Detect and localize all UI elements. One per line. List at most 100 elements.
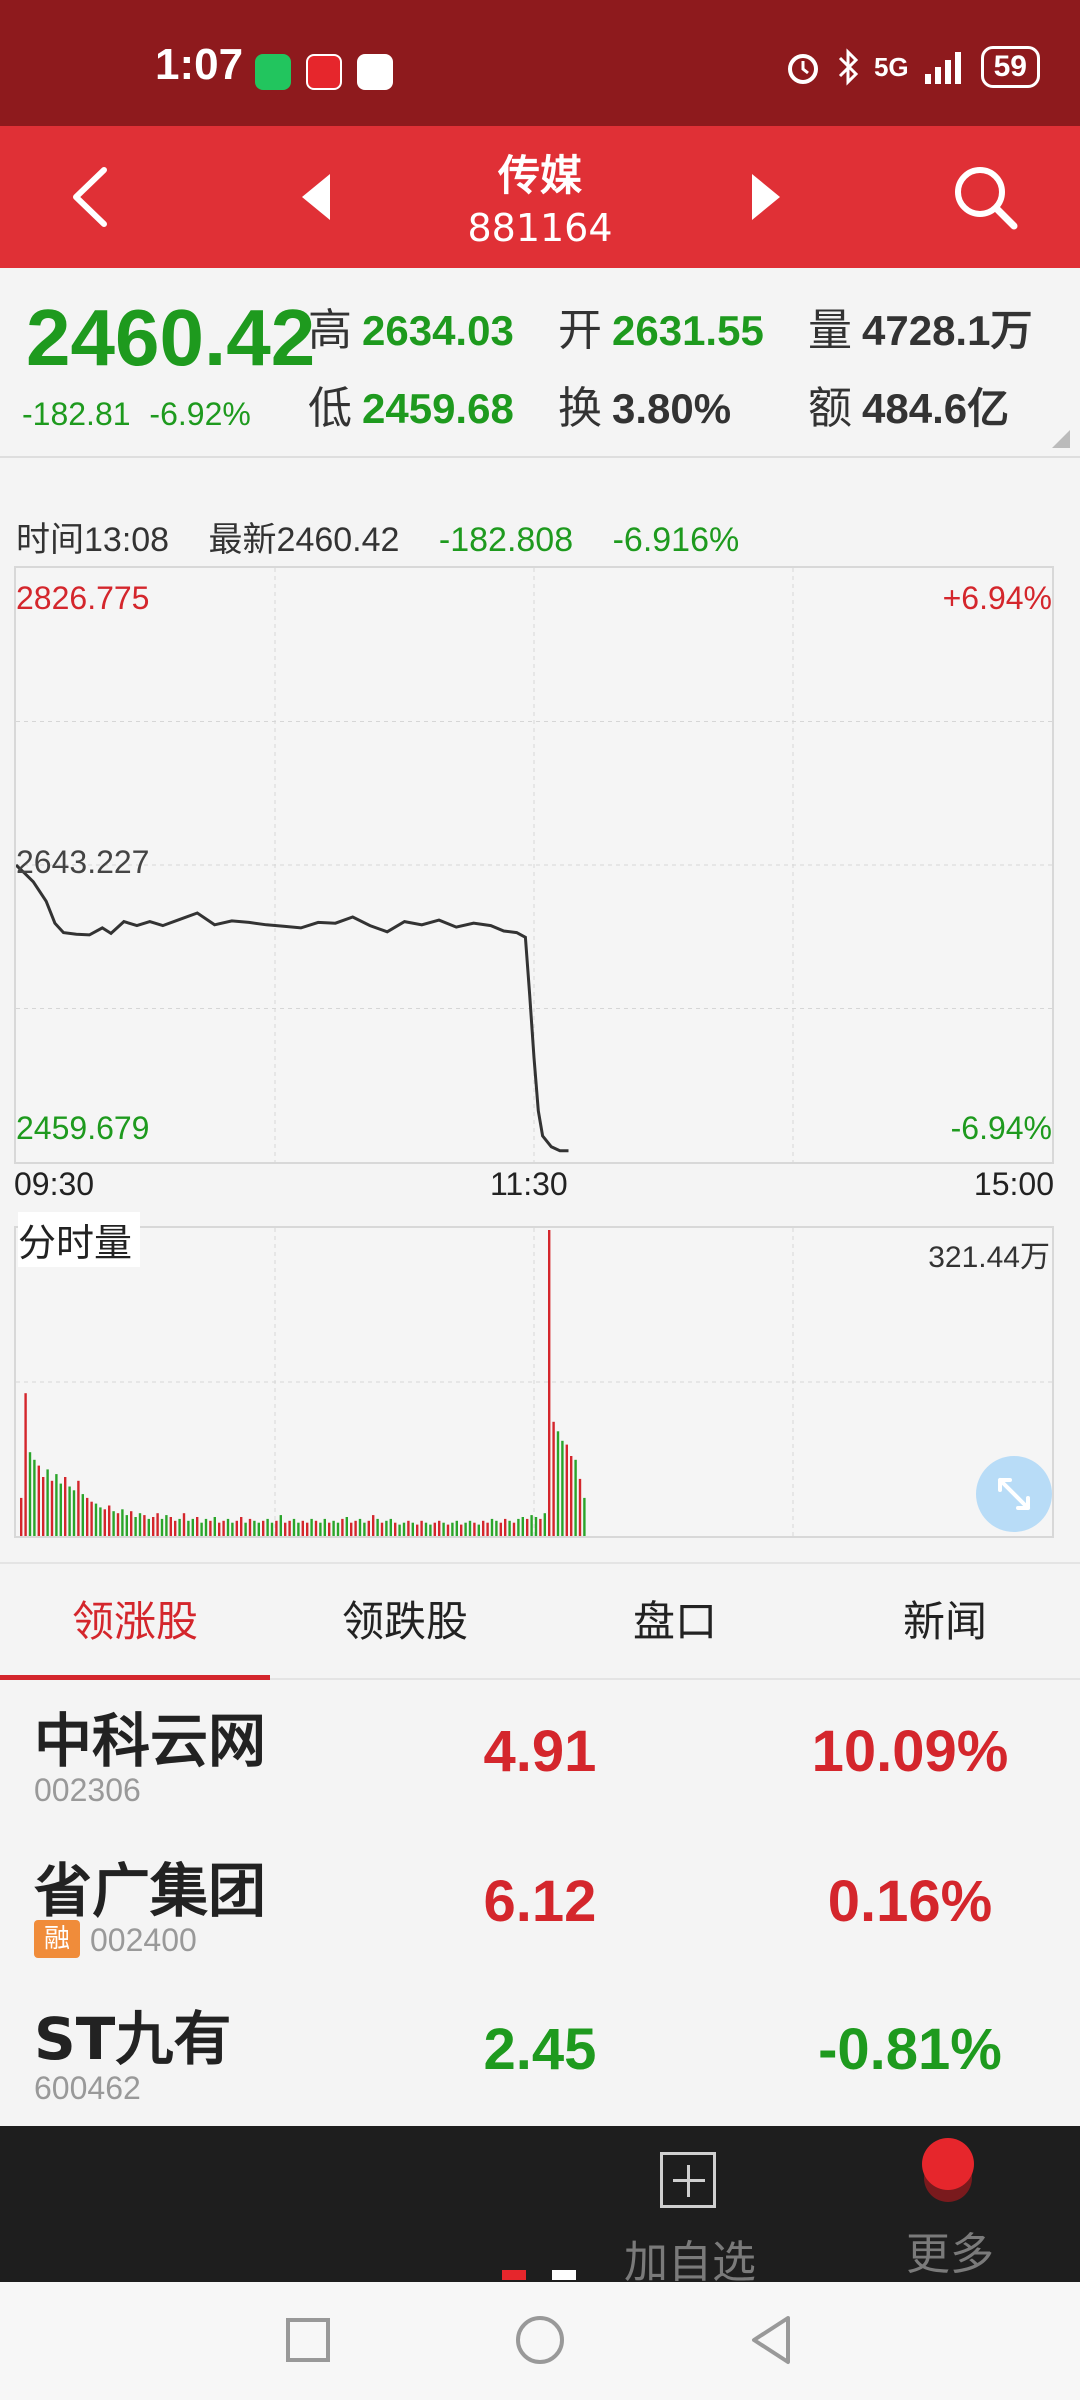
tab-order-book[interactable]: 盘口 <box>540 1564 810 1680</box>
open-label: 开 <box>558 305 602 356</box>
stock-price: 6.12 <box>483 1869 597 1934</box>
stock-price: 2.45 <box>483 2017 597 2082</box>
info-change-pct: -6.916% <box>612 521 740 559</box>
volume-bar <box>218 1522 221 1536</box>
volume-bar <box>187 1520 190 1536</box>
recent-apps-icon[interactable] <box>278 2310 338 2370</box>
volume-bar <box>55 1474 58 1536</box>
volume-bar <box>583 1497 586 1536</box>
tab-news[interactable]: 新闻 <box>810 1564 1080 1680</box>
low-field: 低 2459.68 <box>308 372 514 436</box>
volume-bar <box>526 1518 529 1536</box>
volume-bar <box>81 1494 84 1536</box>
amount-field: 额 484.6亿 <box>808 372 1009 436</box>
volume-bar <box>328 1522 331 1536</box>
bottom-action-bar: 加自选 更多 <box>0 2126 1080 2288</box>
intraday-volume-chart[interactable]: 分时量 321.44万 <box>14 1212 1054 1538</box>
volume-bar <box>314 1520 318 1536</box>
volume-bar <box>68 1486 71 1536</box>
volume-bar <box>165 1515 168 1536</box>
add-watchlist-label: 加自选 <box>624 2237 756 2288</box>
volume-bar <box>350 1522 353 1536</box>
volume-bar <box>42 1477 45 1536</box>
volume-bar <box>310 1518 313 1536</box>
volume-bar <box>138 1513 142 1536</box>
stock-change-pct: 0.16% <box>827 1869 993 1934</box>
add-to-watchlist-button[interactable]: 加自选 <box>590 2146 790 2288</box>
volume-bar <box>508 1520 511 1536</box>
expand-corner-icon[interactable] <box>1052 430 1070 448</box>
home-icon[interactable] <box>510 2310 570 2370</box>
volume-bar <box>473 1522 476 1536</box>
volume-bar <box>561 1440 564 1536</box>
volume-bar <box>548 1230 551 1536</box>
intraday-price-chart[interactable]: 2826.775 2643.227 2459.679 +6.94% -6.94% <box>14 566 1054 1164</box>
volume-bar <box>116 1513 120 1536</box>
search-icon[interactable] <box>950 162 1020 232</box>
stock-code: 002400 <box>90 1922 197 1958</box>
volume-bar <box>534 1517 538 1536</box>
network-label: 5G <box>873 51 909 82</box>
more-button[interactable]: 更多 <box>850 2138 1050 2280</box>
volume-bar <box>504 1518 507 1536</box>
volume-bar <box>398 1524 401 1536</box>
price-chart-svg <box>16 568 1052 1162</box>
volume-bar <box>306 1522 309 1536</box>
volume-bar <box>464 1522 467 1536</box>
x-tick-midday: 11:30 <box>490 1166 568 1202</box>
volume-bar <box>455 1520 458 1536</box>
status-time: 1:07 <box>155 40 244 89</box>
volume-bar <box>134 1517 137 1536</box>
volume-bar <box>46 1469 49 1536</box>
volume-bar <box>86 1497 89 1536</box>
volume-bar <box>108 1505 111 1536</box>
y-min-label: 2459.679 <box>16 1110 150 1146</box>
volume-bar <box>182 1513 186 1536</box>
y-max-label: 2826.775 <box>16 580 150 616</box>
quote-panel[interactable]: 2460.42 -182.81 -6.92% 高 2634.03 开 2631.55… <box>0 268 1080 458</box>
amount-value: 484.6亿 <box>862 385 1010 432</box>
volume-bar <box>64 1477 67 1536</box>
system-back-icon[interactable] <box>742 2310 802 2370</box>
high-value: 2634.03 <box>362 307 514 354</box>
list-item[interactable]: 中科云网 002306 4.91 10.09% <box>0 1680 1080 1828</box>
stock-name: ST九有 <box>34 2005 232 2073</box>
low-value: 2459.68 <box>362 385 514 432</box>
signal-icon <box>924 52 961 84</box>
volume-bar <box>143 1515 146 1536</box>
next-sector-icon[interactable] <box>748 172 784 222</box>
volume-bar <box>499 1522 502 1536</box>
list-item[interactable]: ST九有 600462 2.45 -0.81% <box>0 1978 1080 2126</box>
volume-bar <box>275 1520 278 1536</box>
crosshair-info: 时间13:08 最新2460.42 -182.808 -6.916% <box>16 512 769 561</box>
volume-bar <box>112 1511 115 1536</box>
list-item[interactable]: 省广集团 融 002400 6.12 0.16% <box>0 1830 1080 1978</box>
stock-name: 省广集团 <box>34 1857 267 1925</box>
volume-bar <box>332 1520 335 1536</box>
tab-leading-gainers[interactable]: 领涨股 <box>0 1564 270 1680</box>
volume-bar <box>28 1452 32 1536</box>
volume-bar <box>174 1520 177 1536</box>
volume-bar <box>460 1524 463 1536</box>
volume-bar <box>103 1509 106 1536</box>
tab-leading-losers[interactable]: 领跌股 <box>270 1564 540 1680</box>
volume-bar <box>521 1517 524 1536</box>
change-value: -182.81 <box>22 396 131 432</box>
add-square-icon <box>660 2152 716 2208</box>
volume-bar <box>354 1520 357 1536</box>
price-change: -182.81 -6.92% <box>22 396 251 433</box>
stock-price: 4.91 <box>483 1719 597 1784</box>
fullscreen-button[interactable] <box>976 1456 1052 1532</box>
volume-bar <box>389 1518 392 1536</box>
current-price: 2460.42 <box>26 293 316 382</box>
price-line <box>16 863 569 1153</box>
volume-bar <box>37 1465 40 1536</box>
volume-bar <box>248 1518 252 1536</box>
stock-code: 002306 <box>34 1772 141 1808</box>
volume-bar <box>438 1520 441 1536</box>
volume-bar <box>394 1522 397 1536</box>
volume-bar <box>226 1518 230 1536</box>
volume-bar <box>358 1518 362 1536</box>
margin-badge: 融 <box>34 1920 80 1958</box>
page-indicator <box>502 2270 576 2282</box>
